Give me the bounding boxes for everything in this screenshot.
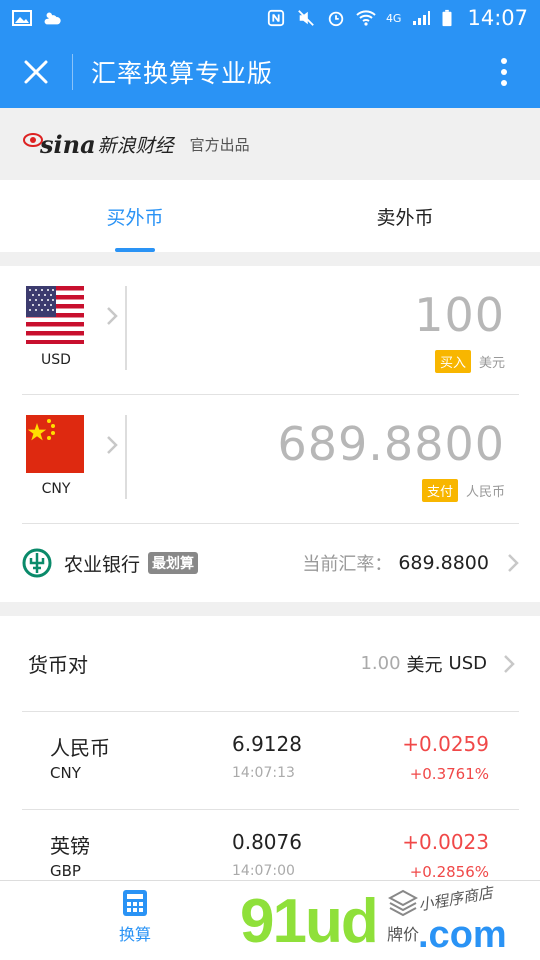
close-button[interactable]: [0, 36, 72, 108]
title-bar: 汇率换算专业版: [0, 36, 540, 108]
list-item[interactable]: 英镑 GBP 0.8076 14:07:00 +0.0023 +0.2856%: [22, 810, 519, 880]
pair-time: 14:07:13: [232, 765, 295, 781]
converter-card: USD 100 买入 美元 CNY 689.8800 支付 人民币 农业银行 最…: [0, 266, 540, 602]
alarm-icon: [328, 11, 344, 27]
pairs-title: 货币对: [28, 653, 88, 677]
row-divider: [125, 286, 127, 370]
pair-rate: 0.8076: [232, 830, 302, 854]
usd-flag-icon[interactable]: [26, 286, 84, 344]
title-divider: [72, 54, 73, 90]
pair-percent: +0.2856%: [409, 863, 489, 880]
to-currency-code: CNY: [41, 481, 71, 497]
layers-icon: [388, 889, 418, 917]
brand-name: 新浪财经: [97, 134, 174, 157]
trade-tabs: 买外币 卖外币: [0, 180, 540, 252]
bottom-nav: 换算 牌价: [0, 880, 540, 960]
from-unit: 美元: [478, 356, 505, 371]
more-button[interactable]: [468, 36, 540, 108]
more-vertical-icon: [501, 58, 507, 86]
pair-time: 14:07:00: [232, 863, 295, 879]
calculator-icon: [123, 890, 147, 916]
nav-quotes-label: 牌价: [386, 925, 419, 944]
sina-finance-logo: sina 新浪财经: [22, 130, 174, 159]
bank-rate-row[interactable]: 农业银行 最划算 当前汇率： 689.8800: [22, 524, 519, 602]
from-currency-row: USD 100 买入 美元: [22, 266, 519, 395]
status-time: 14:07: [467, 6, 528, 30]
nav-quotes[interactable]: 牌价: [353, 889, 453, 957]
signal-icon: [413, 11, 431, 25]
network-label: 4G: [385, 11, 402, 25]
to-amount-output: 689.8800: [277, 417, 505, 471]
from-currency-code: USD: [41, 352, 71, 368]
pair-name: 英镑: [50, 834, 90, 858]
tab-sell[interactable]: 卖外币: [270, 180, 540, 252]
rate-value: 689.8800: [398, 552, 489, 574]
pair-name: 人民币: [50, 736, 110, 760]
pair-rate: 6.9128: [232, 732, 302, 756]
base-unit: 美元: [406, 654, 443, 676]
nfc-icon: [267, 9, 285, 27]
pairs-header[interactable]: 货币对 1.00 美元 USD: [22, 616, 519, 712]
brand-official: 官方出品: [189, 135, 250, 154]
best-deal-badge: 最划算: [148, 552, 199, 574]
pair-change: +0.0023: [402, 830, 489, 854]
pair-change: +0.0259: [402, 732, 489, 756]
chevron-right-icon[interactable]: [106, 306, 118, 326]
buy-badge: 买入: [434, 350, 471, 373]
base-quantity: 1.00: [360, 653, 401, 674]
pair-code: CNY: [50, 764, 81, 782]
from-amount-input[interactable]: 100: [414, 288, 505, 342]
row-divider: [125, 415, 127, 499]
status-bar: 4G 14:07: [0, 0, 540, 36]
nav-convert-label: 换算: [118, 925, 151, 944]
currency-pairs-section: 货币对 1.00 美元 USD 人民币 CNY 6.9128 14:07:13 …: [0, 616, 540, 880]
tab-buy[interactable]: 买外币: [0, 180, 270, 252]
bank-name: 农业银行: [64, 553, 141, 576]
battery-icon: [442, 9, 452, 27]
chevron-right-icon: [508, 554, 519, 572]
to-currency-row: CNY 689.8800 支付 人民币: [22, 395, 519, 524]
chevron-right-icon[interactable]: [106, 435, 118, 455]
page-title: 汇率换算专业版: [91, 59, 274, 88]
to-unit: 人民币: [465, 485, 505, 500]
pair-code: GBP: [50, 862, 81, 880]
base-code: USD: [448, 653, 487, 674]
gallery-icon: [12, 10, 32, 26]
mute-icon: [298, 10, 314, 26]
chevron-right-icon: [504, 654, 515, 673]
brand-bar: sina 新浪财经 官方出品: [0, 108, 540, 180]
pair-percent: +0.3761%: [409, 765, 489, 783]
abc-bank-logo-icon: [22, 548, 52, 578]
pay-badge: 支付: [421, 479, 458, 502]
sina-wordmark: sina: [40, 129, 96, 159]
rate-label: 当前汇率：: [302, 554, 393, 575]
list-item[interactable]: 人民币 CNY 6.9128 14:07:13 +0.0259 +0.3761%: [22, 712, 519, 810]
wifi-icon: [356, 10, 376, 26]
weather-icon: [44, 12, 61, 25]
nav-convert[interactable]: 换算: [85, 889, 185, 957]
cny-flag-icon[interactable]: [26, 415, 84, 473]
close-icon: [24, 60, 48, 84]
